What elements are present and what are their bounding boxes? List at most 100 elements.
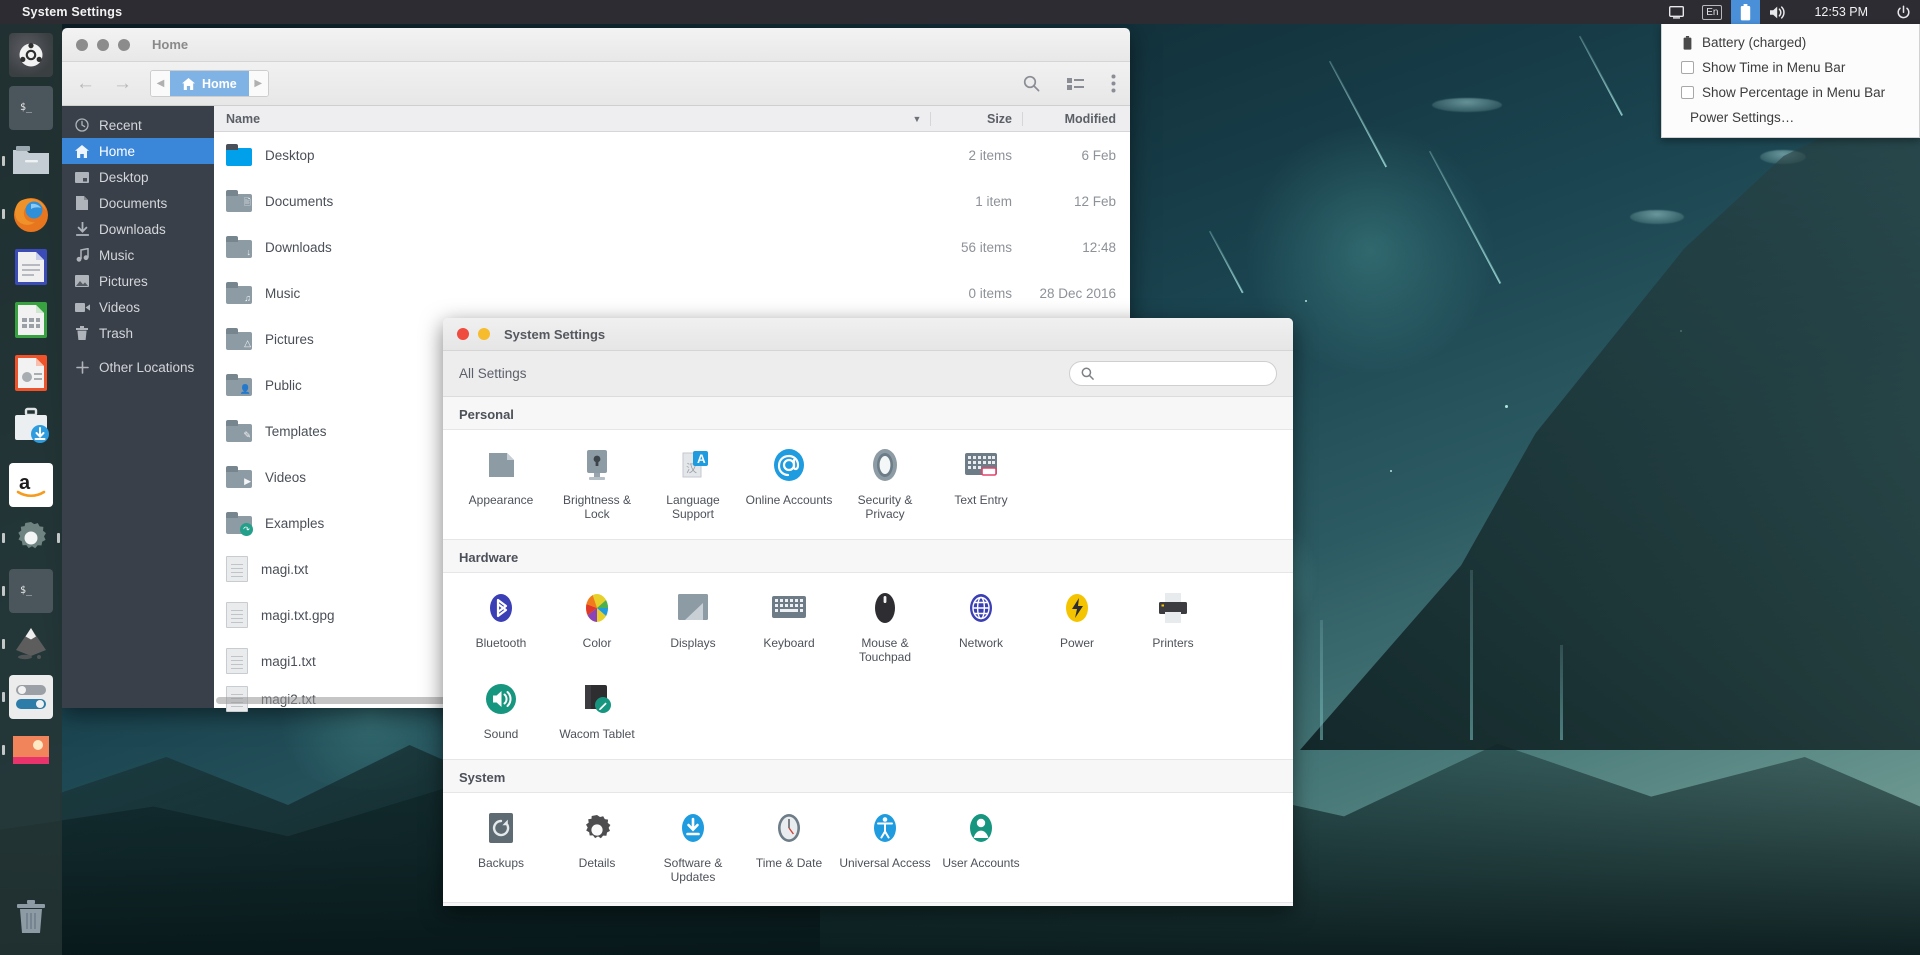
launcher-item-system-settings[interactable] [2, 514, 60, 562]
sidebar-item-documents[interactable]: Documents [62, 190, 214, 216]
battery-icon[interactable] [1731, 0, 1761, 24]
settings-item-time-date[interactable]: Time & Date [741, 801, 837, 892]
breadcrumb-next-button[interactable]: ▶ [248, 71, 268, 96]
launcher-item-libreoffice-impress[interactable] [7, 349, 55, 397]
sidebar-item-videos[interactable]: Videos [62, 294, 214, 320]
sidebar-item-trash[interactable]: Trash [62, 320, 214, 346]
show-time-menu-item[interactable]: Show Time in Menu Bar [1662, 55, 1919, 80]
settings-item-printers[interactable]: Printers [1125, 581, 1221, 672]
clock[interactable]: 12:53 PM [1795, 0, 1887, 24]
close-button[interactable] [457, 328, 469, 340]
sidebar-item-pictures[interactable]: Pictures [62, 268, 214, 294]
minimize-button[interactable] [97, 38, 109, 51]
settings-item-language-support[interactable]: 汉 A Language Support [645, 438, 741, 529]
search-icon[interactable] [1023, 75, 1040, 92]
settings-item-mouse-touchpad[interactable]: Mouse & Touchpad [837, 581, 933, 672]
settings-item-sound[interactable]: Sound [453, 672, 549, 749]
minimize-button[interactable] [478, 328, 490, 340]
settings-search-input[interactable] [1101, 366, 1261, 381]
sidebar-item-desktop[interactable]: Desktop [62, 164, 214, 190]
launcher-item-libreoffice-writer[interactable] [7, 243, 55, 291]
volume-icon[interactable] [1760, 0, 1795, 24]
column-header-name[interactable]: Name [214, 112, 904, 126]
table-row[interactable]: ♫ Music 0 items 28 Dec 2016 [214, 270, 1130, 316]
sidebar-item-music[interactable]: Music [62, 242, 214, 268]
launcher-item-libreoffice-calc[interactable] [7, 296, 55, 344]
settings-item-bluetooth[interactable]: Bluetooth [453, 581, 549, 672]
settings-item-network[interactable]: Network [933, 581, 1029, 672]
settings-item-label: Software & Updates [663, 856, 723, 884]
settings-item-displays[interactable]: Displays [645, 581, 741, 672]
settings-item-software-updates[interactable]: Software & Updates [645, 801, 741, 892]
file-name-cell[interactable]: 🖹 Documents [214, 190, 904, 212]
table-row[interactable]: 🖹 Documents 1 item 12 Feb [214, 178, 1130, 224]
column-header-modified[interactable]: Modified [1022, 111, 1130, 126]
launcher-item-ubuntu-dash[interactable] [7, 31, 55, 79]
settings-item-wacom-tablet[interactable]: Wacom Tablet [549, 672, 645, 749]
settings-item-appearance[interactable]: Appearance [453, 438, 549, 529]
list-view-icon[interactable] [1067, 77, 1084, 91]
show-percentage-checkbox[interactable] [1674, 86, 1700, 99]
file-name-cell[interactable]: ♫ Music [214, 282, 904, 304]
show-time-checkbox[interactable] [1674, 61, 1700, 74]
maximize-button[interactable] [118, 38, 130, 51]
text-file-icon [226, 556, 248, 582]
settings-item-brightness-lock[interactable]: Brightness & Lock [549, 438, 645, 529]
folder-videos-icon: ▶ [226, 466, 252, 488]
file-name-cell[interactable]: Desktop [214, 144, 904, 166]
sort-descending-icon[interactable]: ▼ [904, 114, 930, 124]
keyboard-layout-indicator[interactable]: En [1693, 0, 1731, 24]
file-manager-titlebar[interactable]: Home [62, 28, 1130, 62]
system-settings-icon [9, 516, 53, 560]
libreoffice-impress-icon [9, 351, 53, 395]
launcher-item-amazon[interactable]: a [7, 461, 55, 509]
all-settings-button[interactable]: All Settings [459, 366, 527, 381]
file-name-cell[interactable]: ↓ Downloads [214, 236, 904, 258]
sidebar-item-home[interactable]: Home [62, 138, 214, 164]
launcher-item-terminal-2[interactable]: $_ [2, 567, 55, 615]
text-entry-icon [960, 444, 1002, 486]
system-settings-window[interactable]: System Settings All Settings Personal Ap… [443, 318, 1293, 906]
file-modified-cell: 28 Dec 2016 [1039, 285, 1116, 301]
launcher-item-terminal[interactable]: $_ [7, 84, 55, 132]
sidebar-item-other-locations[interactable]: Other Locations [62, 354, 214, 380]
table-row[interactable]: Desktop 2 items 6 Feb [214, 132, 1130, 178]
settings-item-backups[interactable]: Backups [453, 801, 549, 892]
settings-item-security-privacy[interactable]: Security & Privacy [837, 438, 933, 529]
forward-button[interactable]: → [113, 73, 132, 95]
settings-item-details[interactable]: Details [549, 801, 645, 892]
power-settings-label: Power Settings… [1690, 110, 1795, 125]
launcher-item-inkscape[interactable] [2, 620, 55, 668]
table-row[interactable]: ↓ Downloads 56 items 12:48 [214, 224, 1130, 270]
launcher-item-files[interactable] [2, 137, 55, 185]
settings-item-user-accounts[interactable]: User Accounts [933, 801, 1029, 892]
sidebar-item-recent[interactable]: Recent [62, 112, 214, 138]
launcher-item-trash[interactable] [7, 893, 55, 941]
column-header-size[interactable]: Size [930, 111, 1022, 126]
settings-search-field[interactable] [1069, 361, 1277, 386]
breadcrumb-prev-button[interactable]: ◀ [151, 71, 170, 96]
power-icon[interactable] [1887, 0, 1920, 24]
launcher-item-shotwell[interactable] [2, 726, 55, 774]
section-panel-system: Backups Details Software & Updates Time … [443, 792, 1293, 903]
sidebar-item-downloads[interactable]: Downloads [62, 216, 214, 242]
settings-item-color[interactable]: Color [549, 581, 645, 672]
settings-item-power[interactable]: Power [1029, 581, 1125, 672]
system-settings-titlebar[interactable]: System Settings [443, 318, 1293, 351]
settings-item-text-entry[interactable]: Text Entry [933, 438, 1029, 529]
battery-dropdown-menu[interactable]: Battery (charged) Show Time in Menu Bar … [1661, 24, 1920, 138]
launcher-item-firefox[interactable] [2, 190, 55, 238]
settings-item-label: Text Entry [954, 493, 1008, 507]
launcher-item-unity-tweak-tool[interactable] [2, 673, 55, 721]
power-settings-menu-item[interactable]: Power Settings… [1662, 105, 1919, 130]
breadcrumb-item-home[interactable]: Home [170, 71, 249, 96]
settings-item-keyboard[interactable]: Keyboard [741, 581, 837, 672]
back-button[interactable]: ← [76, 73, 95, 95]
display-icon[interactable] [1660, 0, 1693, 24]
show-percentage-menu-item[interactable]: Show Percentage in Menu Bar [1662, 80, 1919, 105]
settings-item-universal-access[interactable]: Universal Access [837, 801, 933, 892]
close-button[interactable] [76, 38, 88, 51]
launcher-item-software-center[interactable] [7, 402, 55, 450]
settings-item-online-accounts[interactable]: Online Accounts [741, 438, 837, 529]
menu-icon[interactable] [1111, 74, 1116, 93]
